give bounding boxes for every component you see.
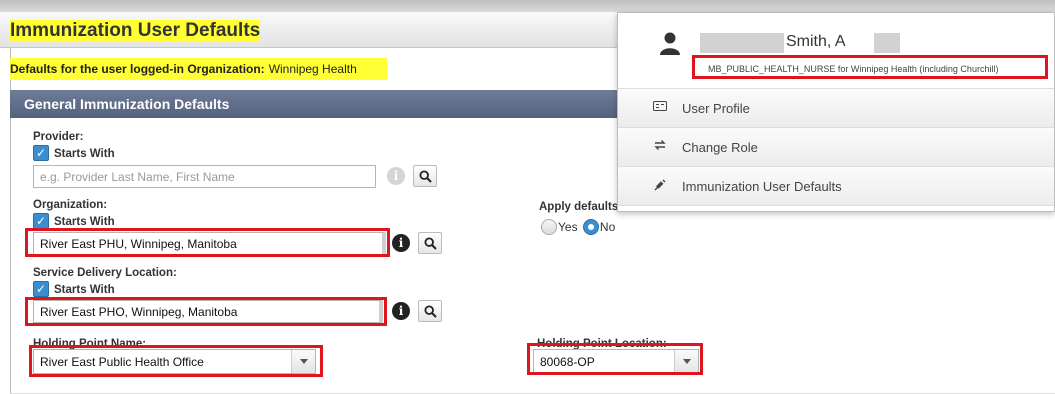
provider-search-button[interactable]: [413, 165, 437, 187]
holding-point-name-value: River East Public Health Office: [40, 355, 204, 369]
service-delivery-starts-with-label: Starts With: [54, 284, 115, 296]
organization-starts-with-label: Starts With: [54, 216, 115, 228]
menu-item-immunization-user-defaults[interactable]: Immunization User Defaults: [618, 167, 1054, 206]
redacted-initial: [874, 33, 900, 53]
provider-search-input[interactable]: e.g. Provider Last Name, First Name: [33, 165, 376, 188]
holding-point-name-select[interactable]: River East Public Health Office: [33, 349, 316, 374]
holding-point-location-value: 80068-OP: [540, 355, 595, 369]
user-info: Smith, A MB_PUBLIC_HEALTH_NURSE for Winn…: [618, 13, 1054, 89]
user-avatar-icon: [660, 32, 680, 55]
id-card-icon: [652, 100, 668, 116]
organization-starts-with-checkbox[interactable]: ✓: [33, 213, 49, 229]
service-delivery-search-button[interactable]: [418, 300, 442, 322]
radio-no-label: No: [599, 220, 616, 234]
holding-point-location-select[interactable]: 80068-OP: [533, 349, 699, 374]
organization-search-button[interactable]: [418, 232, 442, 254]
service-delivery-info-icon[interactable]: i: [392, 302, 410, 320]
search-icon: [424, 305, 437, 318]
chevron-down-icon[interactable]: [291, 350, 315, 373]
defaults-org-line: Defaults for the user logged-in Organiza…: [10, 58, 387, 80]
provider-info-icon: i: [387, 167, 405, 185]
menu-item-label: User Profile: [682, 101, 750, 116]
user-menu-dropdown: Smith, A MB_PUBLIC_HEALTH_NURSE for Winn…: [617, 12, 1055, 212]
swap-icon: [652, 139, 668, 155]
historical-radio-group: Yes No: [541, 219, 617, 235]
service-delivery-label: Service Delivery Location:: [33, 267, 177, 279]
radio-yes-label: Yes: [558, 220, 578, 234]
menu-item-change-role[interactable]: Change Role: [618, 128, 1054, 167]
radio-yes[interactable]: [541, 219, 557, 235]
search-icon: [419, 170, 432, 183]
provider-label: Provider:: [33, 131, 84, 143]
organization-label: Organization:: [33, 199, 108, 211]
user-name: Smith, A: [786, 33, 846, 50]
page-title: Immunization User Defaults: [10, 20, 261, 42]
provider-starts-with-checkbox[interactable]: ✓: [33, 145, 49, 161]
menu-item-label: Change Role: [682, 140, 758, 155]
defaults-label: Defaults for the user logged-in Organiza…: [10, 62, 265, 76]
search-icon: [424, 237, 437, 250]
radio-no[interactable]: [582, 219, 599, 235]
defaults-org-name: Winnipeg Health: [268, 62, 357, 76]
service-delivery-input[interactable]: River East PHO, Winnipeg, Manitoba: [33, 300, 383, 323]
organization-info-icon[interactable]: i: [392, 234, 410, 252]
service-delivery-starts-with-checkbox[interactable]: ✓: [33, 281, 49, 297]
provider-starts-with-label: Starts With: [54, 148, 115, 160]
user-role: MB_PUBLIC_HEALTH_NURSE for Winnipeg Heal…: [708, 64, 999, 74]
organization-input[interactable]: River East PHU, Winnipeg, Manitoba: [33, 232, 386, 255]
syringe-icon: [652, 178, 668, 194]
menu-item-user-profile[interactable]: User Profile: [618, 89, 1054, 128]
chevron-down-icon[interactable]: [674, 350, 698, 373]
menu-item-label: Immunization User Defaults: [682, 179, 842, 194]
redacted-first-name: [700, 33, 784, 53]
